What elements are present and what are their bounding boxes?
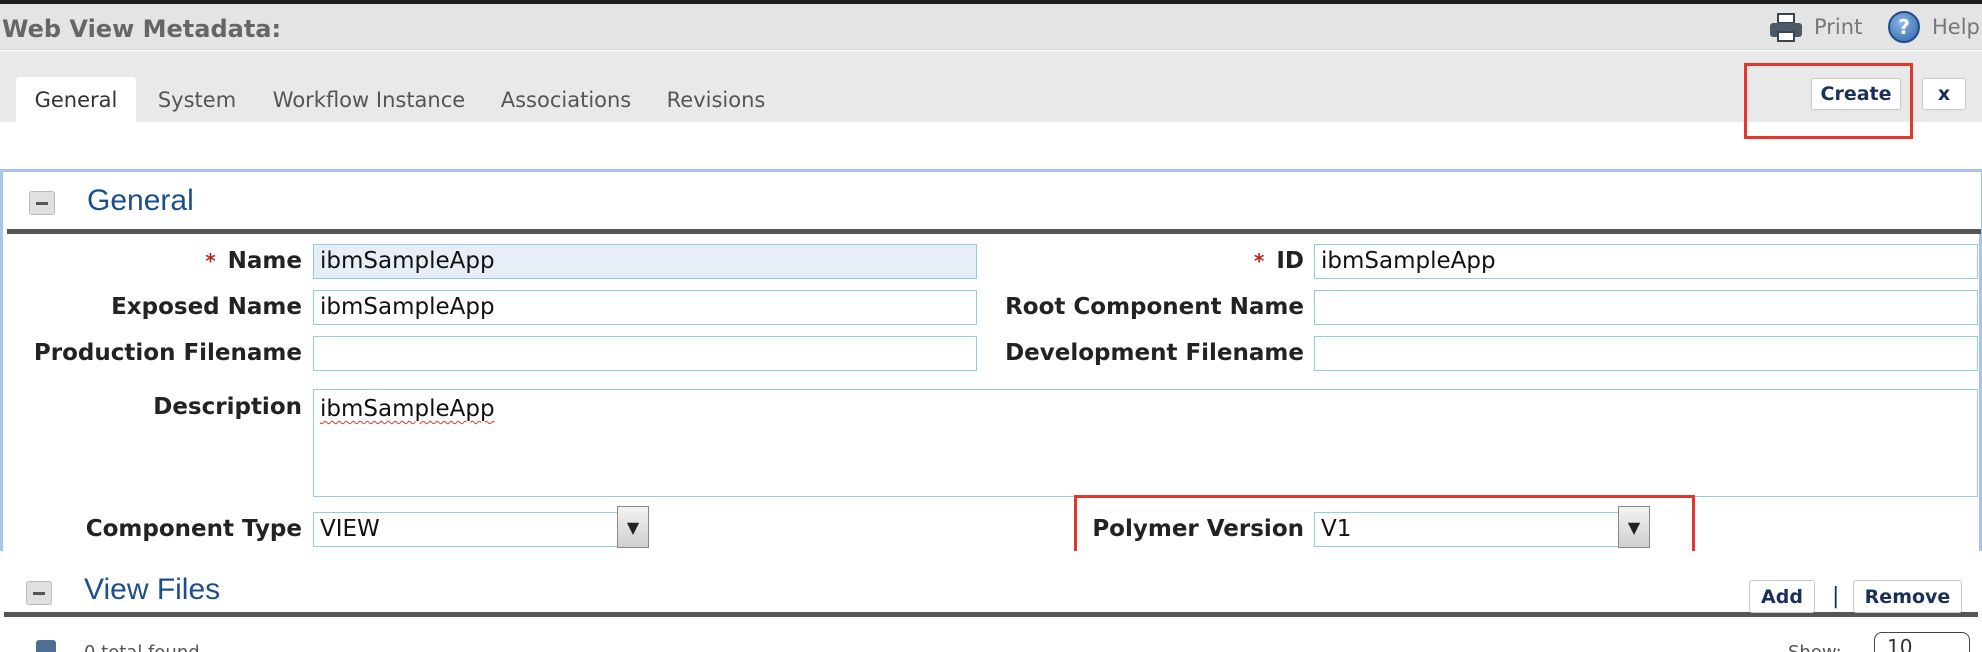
polymer-version-label: Polymer Version — [1092, 516, 1304, 542]
description-text: ibmSampleApp — [320, 396, 495, 422]
minus-icon — [33, 591, 45, 595]
general-section-title: General — [87, 184, 194, 217]
root-component-name-field[interactable] — [1314, 290, 1978, 325]
minus-icon — [36, 201, 48, 205]
tab-revisions[interactable]: Revisions — [662, 77, 770, 122]
title-bar: Web View Metadata: Print ? Help — [0, 4, 1982, 50]
print-button[interactable]: Print — [1768, 10, 1862, 44]
root-component-name-label: Root Component Name — [1005, 294, 1304, 320]
description-textarea[interactable]: ibmSampleApp — [313, 389, 1978, 497]
development-filename-field[interactable] — [1314, 336, 1978, 371]
id-label-row: * ID — [1200, 248, 1304, 274]
total-count: 0 total found — [84, 642, 200, 652]
tab-bar: General System Workflow Instance Associa… — [0, 51, 1982, 139]
development-filename-label: Development Filename — [1005, 340, 1304, 366]
general-section-header: General — [7, 172, 1981, 234]
exposed-name-label: Exposed Name — [111, 294, 302, 320]
component-type-select[interactable]: VIEW — [313, 512, 619, 547]
polymer-version-select[interactable]: V1 — [1314, 512, 1620, 547]
print-label: Print — [1814, 15, 1863, 39]
id-label: ID — [1276, 248, 1304, 274]
add-file-button[interactable]: Add — [1749, 580, 1815, 613]
refresh-icon[interactable] — [36, 640, 56, 652]
view-files-section-header: View Files — [4, 555, 1978, 617]
production-filename-label: Production Filename — [33, 340, 302, 366]
id-field[interactable]: ibmSampleApp — [1314, 244, 1978, 279]
window-title: Web View Metadata: — [2, 15, 282, 43]
component-type-label: Component Type — [85, 516, 302, 542]
tab-general[interactable]: General — [16, 77, 136, 122]
show-label: Show: — [1788, 642, 1842, 652]
view-files-section-title: View Files — [84, 573, 221, 606]
required-marker: * — [205, 249, 216, 273]
printer-icon — [1768, 11, 1804, 43]
production-filename-field[interactable] — [313, 336, 977, 371]
close-button[interactable]: x — [1922, 78, 1966, 110]
button-separator: | — [1832, 584, 1840, 609]
name-label: Name — [227, 248, 302, 274]
remove-file-button[interactable]: Remove — [1853, 580, 1962, 613]
required-marker: * — [1253, 249, 1265, 273]
help-icon: ? — [1888, 11, 1920, 43]
polymer-version-dropdown-arrow[interactable]: ▼ — [1618, 506, 1650, 548]
help-label: Help — [1932, 15, 1980, 39]
exposed-name-field[interactable]: ibmSampleApp — [313, 290, 977, 325]
name-field[interactable]: ibmSampleApp — [313, 244, 977, 279]
collapse-view-files-button[interactable] — [26, 581, 52, 605]
view-files-panel: View Files — [0, 551, 1982, 652]
collapse-general-button[interactable] — [29, 191, 55, 215]
description-label: Description — [153, 394, 302, 420]
tab-workflow-instance[interactable]: Workflow Instance — [268, 77, 470, 122]
help-button[interactable]: ? Help — [1888, 10, 1980, 44]
page-size-select[interactable]: 10 — [1874, 632, 1970, 652]
tab-system[interactable]: System — [150, 77, 244, 122]
name-label-row: * Name — [150, 248, 302, 274]
create-button[interactable]: Create — [1811, 78, 1901, 110]
component-type-dropdown-arrow[interactable]: ▼ — [617, 506, 649, 548]
tab-associations[interactable]: Associations — [495, 77, 637, 122]
